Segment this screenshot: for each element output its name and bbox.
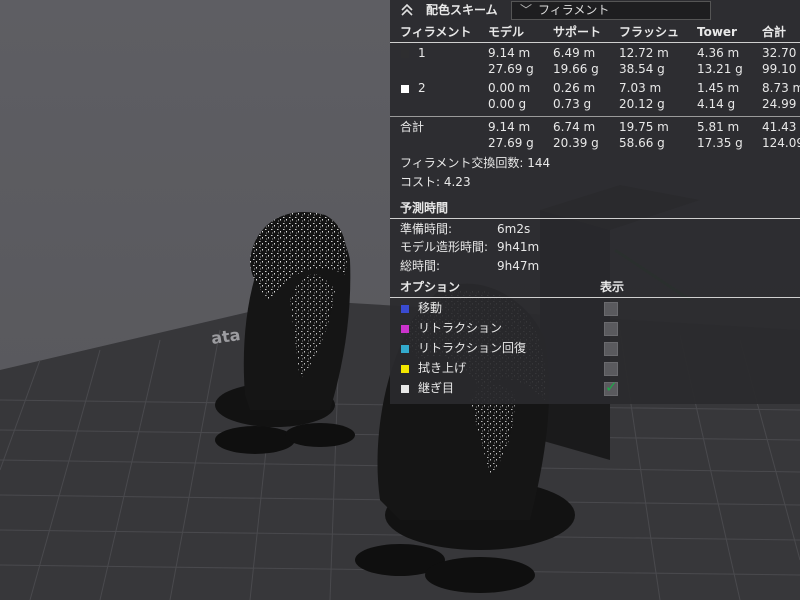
estimate-value: 9h41m: [497, 240, 540, 254]
option-label: リトラクション回復: [418, 341, 527, 355]
cell-support-weight: 0.73 g: [553, 97, 592, 111]
color-scheme-label: 配色スキーム: [426, 3, 498, 17]
estimate-value: 6m2s: [497, 222, 531, 236]
cell-tower-weight: 17.35 g: [697, 136, 743, 150]
cell-support-weight: 20.39 g: [553, 136, 599, 150]
cell-model-weight: 27.69 g: [488, 62, 534, 76]
option-checkbox[interactable]: ✓: [604, 378, 618, 396]
cell-total-weight: 124.09 g: [762, 136, 800, 150]
options-title: オプション: [400, 280, 461, 294]
cell-tower-length: 1.45 m: [697, 81, 740, 95]
cell-total-length: 41.43 m: [762, 120, 800, 134]
cell-flush-length: 12.72 m: [619, 46, 669, 60]
cell-flush-length: 7.03 m: [619, 81, 662, 95]
cell-tower-length: 5.81 m: [697, 120, 740, 134]
cell-tower-weight: 13.21 g: [697, 62, 743, 76]
option-label: リトラクション: [418, 321, 503, 335]
filament-swatch: [401, 85, 409, 93]
option-checkbox[interactable]: [604, 322, 618, 336]
estimate-label: 準備時間:: [400, 222, 453, 236]
filament-change-count: フィラメント交換回数: 144: [400, 156, 551, 170]
option-checkbox[interactable]: [604, 342, 618, 356]
estimate-label: 総時間:: [400, 259, 441, 273]
cell-flush-length: 19.75 m: [619, 120, 669, 134]
cell-total-length: 32.70 m: [762, 46, 800, 60]
chevron-down-icon: ﹀: [520, 3, 533, 17]
color-scheme-dropdown[interactable]: ﹀ フィラメント: [511, 1, 711, 20]
filament-swatch: [401, 50, 409, 58]
sum-label: 合計: [400, 120, 425, 134]
cell-support-length: 0.26 m: [553, 81, 596, 95]
cell-tower-weight: 4.14 g: [697, 97, 736, 111]
divider: [390, 297, 800, 298]
cell-model-weight: 27.69 g: [488, 136, 534, 150]
color-swatch: [401, 365, 409, 373]
cell-total-weight: 24.99 g: [762, 97, 800, 111]
scheme-header: 配色スキーム ﹀ フィラメント: [390, 0, 800, 22]
divider: [390, 42, 800, 43]
cell-model-length: 9.14 m: [488, 46, 531, 60]
color-swatch: [401, 325, 409, 333]
cell-total-weight: 99.10 g: [762, 62, 800, 76]
cell-total-length: 8.73 m: [762, 81, 800, 95]
option-checkbox[interactable]: [604, 302, 618, 316]
filament-id: 2: [418, 81, 426, 95]
option-label: 拭き上げ: [418, 361, 467, 375]
cell-model-weight: 0.00 g: [488, 97, 527, 111]
color-scheme-value: フィラメント: [538, 3, 610, 17]
cost: コスト: 4.23: [400, 175, 471, 189]
cell-tower-length: 4.36 m: [697, 46, 740, 60]
cell-support-length: 6.49 m: [553, 46, 596, 60]
option-label: 継ぎ目: [418, 381, 455, 395]
collapse-icon[interactable]: [400, 3, 414, 17]
col-header-support: サポート: [553, 25, 602, 39]
option-checkbox[interactable]: [604, 362, 618, 376]
cell-flush-weight: 58.66 g: [619, 136, 665, 150]
cell-support-length: 6.74 m: [553, 120, 596, 134]
cell-model-length: 0.00 m: [488, 81, 531, 95]
legend-panel: 配色スキーム ﹀ フィラメント フィラメント モデル サポート フラッシュ Tow…: [390, 0, 800, 404]
col-header-total: 合計: [762, 25, 787, 39]
divider: [390, 218, 800, 219]
color-swatch: [401, 305, 409, 313]
option-label: 移動: [418, 301, 443, 315]
col-header-flush: フラッシュ: [619, 25, 680, 39]
checkmark-icon: ✓: [605, 378, 618, 396]
filament-id: 1: [418, 46, 426, 60]
divider: [390, 116, 800, 117]
color-swatch: [401, 385, 409, 393]
options-show-header: 表示: [600, 280, 625, 294]
cell-model-length: 9.14 m: [488, 120, 531, 134]
col-header-tower: Tower: [697, 25, 737, 39]
col-header-model: モデル: [488, 25, 525, 39]
cell-support-weight: 19.66 g: [553, 62, 599, 76]
estimate-title: 予測時間: [400, 201, 449, 215]
color-swatch: [401, 345, 409, 353]
cell-flush-weight: 20.12 g: [619, 97, 665, 111]
estimate-value: 9h47m: [497, 259, 540, 273]
plate-label: ata: [210, 325, 242, 348]
cell-flush-weight: 38.54 g: [619, 62, 665, 76]
col-header-filament: フィラメント: [400, 25, 472, 39]
estimate-label: モデル造形時間:: [400, 240, 489, 254]
